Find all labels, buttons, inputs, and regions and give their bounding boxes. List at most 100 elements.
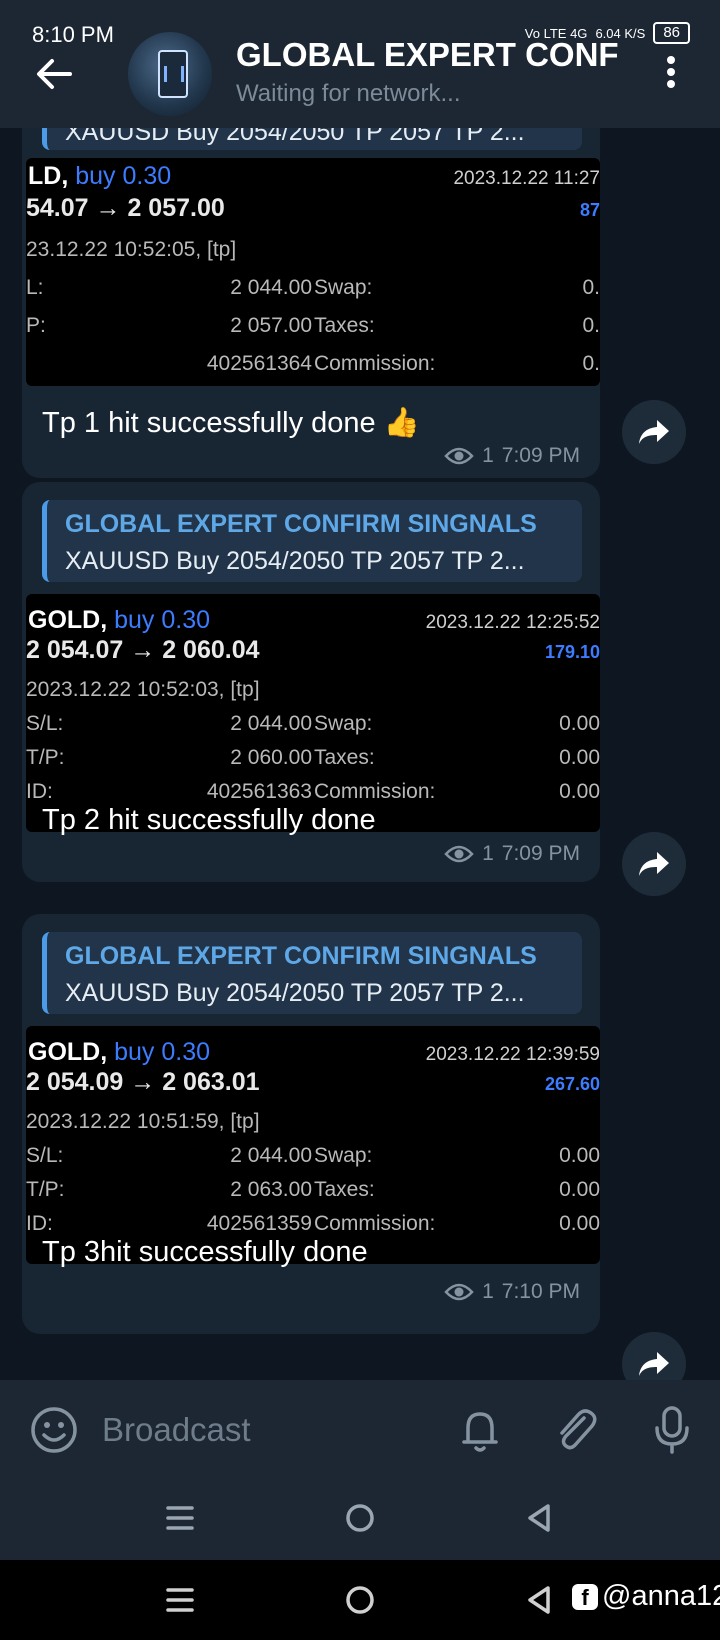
eye-icon (444, 845, 474, 863)
row-label: L: (26, 276, 44, 299)
row-amount: 0. (582, 352, 600, 375)
home-icon[interactable] (336, 1494, 384, 1542)
back-arrow-icon[interactable] (30, 50, 78, 98)
row-label: S/L: (26, 1144, 64, 1167)
trade-prices: 54.07 → 2 057.00 (26, 194, 225, 222)
broadcast-input[interactable] (100, 1400, 434, 1460)
share-icon (639, 420, 669, 444)
trade-open-time: 2023.12.22 10:52:03, [tp] (26, 678, 260, 701)
home-icon[interactable] (336, 1576, 384, 1624)
view-count: 1 (482, 444, 494, 467)
trade-profit: 87 (579, 200, 600, 220)
row-field: Swap: (314, 1144, 373, 1167)
row-label: ID: (26, 1212, 53, 1235)
avatar-chart-graphic (164, 66, 184, 82)
menu-icon[interactable] (156, 1494, 204, 1542)
back-nav-icon[interactable] (516, 1576, 564, 1624)
row-field: Taxes: (314, 746, 375, 769)
channel-avatar[interactable] (128, 32, 212, 116)
more-vertical-icon[interactable] (656, 52, 686, 92)
watermark: f @anna12 (572, 1580, 720, 1613)
reply-preview[interactable]: GLOBAL EXPERT CONFIRM SINGNALS XAUUSD Bu… (42, 500, 582, 582)
trade-screenshot[interactable]: GOLD, buy 0.30 2023.12.22 12:39:59 2 054… (26, 1026, 600, 1264)
trade-side: buy 0.30 (114, 1038, 211, 1066)
trade-profit: 179.10 (544, 642, 600, 662)
view-count: 1 (482, 842, 494, 865)
message-caption: Tp 2 hit successfully done (42, 804, 376, 836)
reply-title: GLOBAL EXPERT CONFIRM SINGNALS (65, 942, 537, 970)
row-value: 2 044.00 (230, 276, 312, 299)
row-field: Commission: (314, 352, 436, 375)
message-time: 7:09 PM (501, 842, 580, 865)
row-field: Commission: (314, 1212, 436, 1235)
trade-profit: 267.60 (544, 1074, 600, 1094)
row-value: 2 060.00 (230, 746, 312, 769)
share-button[interactable] (622, 832, 686, 896)
message-meta: 1 7:09 PM (444, 444, 580, 468)
row-amount: 0.00 (559, 1144, 600, 1167)
share-button[interactable] (622, 1332, 686, 1380)
trade-prices: 2 054.07 → 2 060.04 (26, 636, 260, 664)
emoji-icon[interactable] (28, 1404, 80, 1456)
message-caption: Tp 1 hit successfully done 👍 (42, 407, 420, 439)
trade-close-time: 2023.12.22 12:25:52 (425, 612, 600, 633)
share-button[interactable] (622, 400, 686, 464)
message-caption: Tp 3hit successfully done (42, 1236, 368, 1268)
broadcast-bar (0, 1380, 720, 1478)
mic-icon[interactable] (646, 1404, 698, 1456)
row-label: S/L: (26, 712, 64, 735)
reply-preview[interactable]: GLOBAL EXPERT CONFIRM SINGNALS XAUUSD Bu… (42, 932, 582, 1014)
battery-indicator: 86 (653, 22, 690, 44)
row-field: Taxes: (314, 314, 375, 337)
reply-text: XAUUSD Buy 2054/2050 TP 2057 TP 2... (65, 547, 525, 575)
chat-status: Waiting for network... (236, 80, 461, 107)
row-amount: 0.00 (559, 746, 600, 769)
row-value: 402561359 (206, 1212, 312, 1235)
attach-icon[interactable] (550, 1404, 602, 1456)
row-value: 2 044.00 (230, 1144, 312, 1167)
row-value: 402561363 (206, 780, 312, 803)
menu-icon[interactable] (156, 1576, 204, 1624)
message-bubble[interactable]: GLOBAL EXPERT CONFIRM SINGNALS XAUUSD Bu… (22, 914, 600, 1334)
message-meta: 1 7:09 PM (444, 842, 580, 866)
message-time: 7:09 PM (501, 444, 580, 467)
row-label: T/P: (26, 1178, 65, 1201)
row-value: 2 044.00 (230, 712, 312, 735)
bell-icon[interactable] (454, 1404, 506, 1456)
eye-icon (444, 447, 474, 465)
status-time: 8:10 PM (32, 22, 114, 47)
row-label: P: (26, 314, 46, 337)
row-amount: 0.00 (559, 780, 600, 803)
row-field: Swap: (314, 712, 373, 735)
trade-side: buy 0.30 (114, 606, 211, 634)
trade-screenshot[interactable]: GOLD, buy 0.30 2023.12.22 12:25:52 2 054… (26, 594, 600, 832)
facebook-icon: f (572, 1583, 598, 1610)
row-field: Swap: (314, 276, 373, 299)
row-amount: 0. (582, 276, 600, 299)
reply-text: XAUUSD Buy 2054/2050 TP 2057 TP 2... (65, 128, 525, 146)
view-count: 1 (482, 1280, 494, 1303)
reply-preview[interactable]: XAUUSD Buy 2054/2050 TP 2057 TP 2... (42, 128, 582, 150)
row-value: 2 057.00 (230, 314, 312, 337)
row-value: 2 063.00 (230, 1178, 312, 1201)
row-amount: 0.00 (559, 1178, 600, 1201)
trade-screenshot[interactable]: LD, buy 0.30 2023.12.22 11:27 54.07 → 2 … (26, 158, 600, 386)
trade-prices: 2 054.09 → 2 063.01 (26, 1068, 260, 1096)
row-value: 402561364 (206, 352, 312, 375)
eye-icon (444, 1283, 474, 1301)
message-meta: 1 7:10 PM (444, 1280, 580, 1304)
reply-title: GLOBAL EXPERT CONFIRM SINGNALS (65, 510, 537, 538)
message-bubble[interactable]: XAUUSD Buy 2054/2050 TP 2057 TP 2... LD,… (22, 128, 600, 478)
trade-side: buy 0.30 (75, 162, 172, 190)
row-amount: 0.00 (559, 1212, 600, 1235)
back-nav-icon[interactable] (516, 1494, 564, 1542)
trade-symbol: GOLD, buy 0.30 (28, 606, 211, 634)
chat-header: 8:10 PM Vo LTE 4G 6.04 K/S 86 GLOBAL EXP… (0, 0, 720, 128)
trade-open-time: 23.12.22 10:52:05, [tp] (26, 238, 237, 261)
system-nav-bar (0, 1478, 720, 1560)
message-time: 7:10 PM (501, 1280, 580, 1303)
message-list[interactable]: XAUUSD Buy 2054/2050 TP 2057 TP 2... LD,… (0, 128, 720, 1380)
message-bubble[interactable]: GLOBAL EXPERT CONFIRM SINGNALS XAUUSD Bu… (22, 482, 600, 882)
trade-symbol: LD, buy 0.30 (28, 162, 172, 190)
chat-title[interactable]: GLOBAL EXPERT CONFI (236, 36, 620, 74)
